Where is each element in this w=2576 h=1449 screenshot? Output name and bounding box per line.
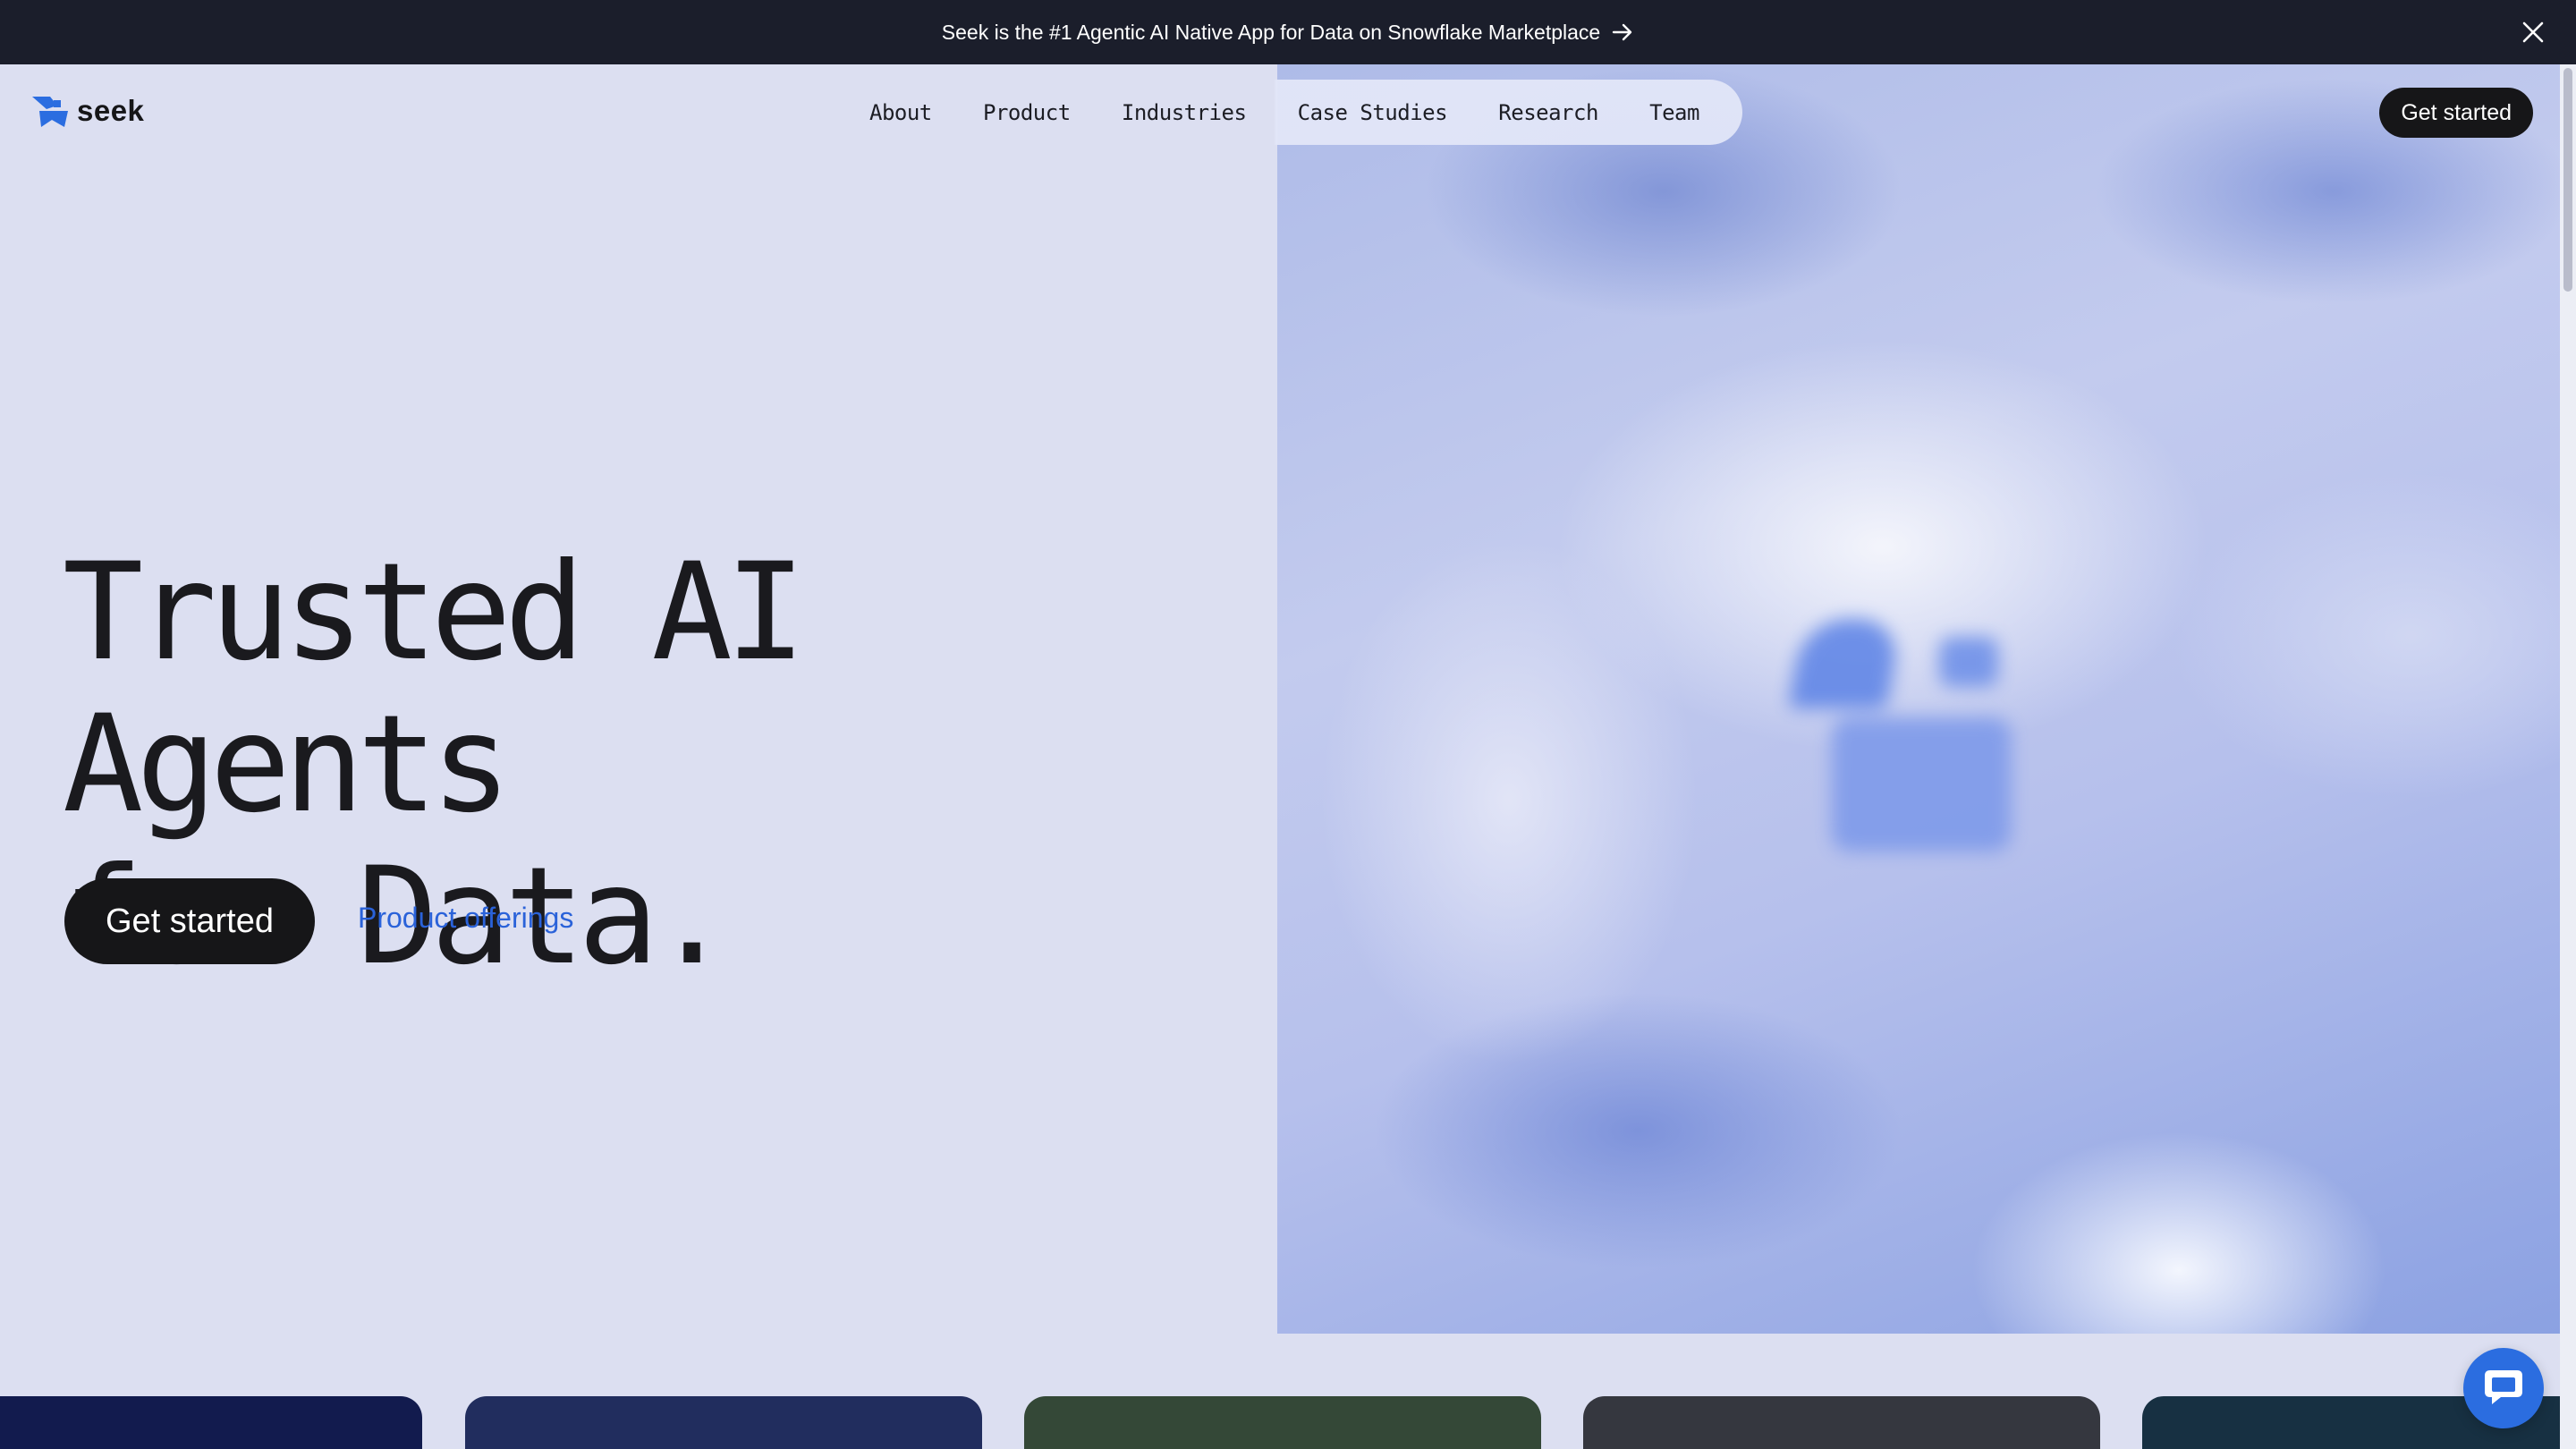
product-offerings-link[interactable]: Product offerings (358, 902, 573, 935)
chat-widget-button[interactable] (2463, 1348, 2544, 1428)
nav-team[interactable]: Team (1649, 100, 1699, 125)
feature-card-1[interactable] (0, 1396, 422, 1449)
seek-logo-mark-icon (30, 93, 72, 129)
feature-card-2[interactable] (465, 1396, 982, 1449)
hero-visual (1277, 64, 2565, 1334)
nav-about[interactable]: About (869, 100, 932, 125)
close-icon[interactable] (2521, 20, 2546, 45)
arrow-right-icon[interactable] (1611, 21, 1634, 44)
feature-card-3[interactable] (1024, 1396, 1541, 1449)
feature-card-4[interactable] (1583, 1396, 2100, 1449)
blurred-logo-graphic (1788, 619, 2029, 887)
nav-product[interactable]: Product (983, 100, 1071, 125)
page-scrollbar[interactable] (2560, 64, 2576, 1449)
nav-research[interactable]: Research (1498, 100, 1598, 125)
nav-industries[interactable]: Industries (1122, 100, 1247, 125)
nav-case-studies[interactable]: Case Studies (1298, 100, 1448, 125)
main-nav: About Product Industries Case Studies Re… (841, 80, 1742, 145)
logo-text: seek (77, 94, 145, 127)
announcement-text[interactable]: Seek is the #1 Agentic AI Native App for… (942, 21, 1600, 45)
scrollbar-thumb[interactable] (2563, 68, 2572, 292)
hero-get-started-button[interactable]: Get started (64, 878, 315, 964)
header-get-started-button[interactable]: Get started (2379, 88, 2533, 138)
announcement-bar[interactable]: Seek is the #1 Agentic AI Native App for… (0, 0, 2576, 64)
hero-title-line-1: Trusted AI Agents (63, 535, 806, 843)
logo[interactable]: seek (30, 93, 144, 129)
chat-bubble-icon (2483, 1367, 2524, 1411)
